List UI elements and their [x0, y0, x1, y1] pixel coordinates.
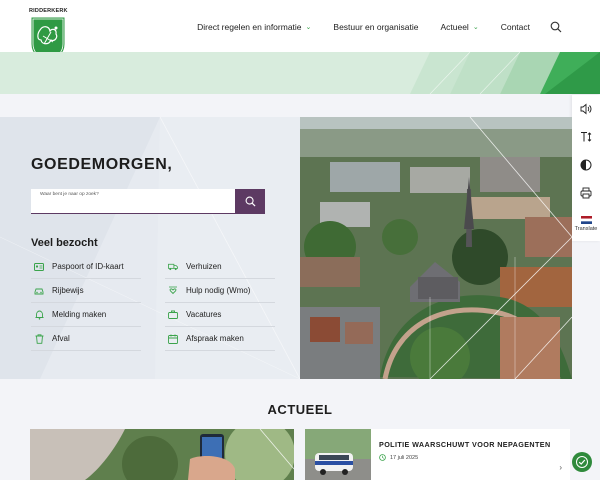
link-verhuizen[interactable]: Verhuizen: [165, 255, 275, 279]
news-thumbnail: [305, 429, 371, 480]
calendar-icon: [168, 334, 178, 344]
decorative-banner: [0, 52, 600, 94]
search-icon[interactable]: [550, 21, 562, 33]
link-label: Afspraak maken: [186, 334, 244, 343]
briefcase-icon: [168, 310, 178, 320]
chevron-down-icon: ⌄: [305, 24, 312, 31]
truck-icon: [168, 262, 178, 272]
printer-icon: [580, 187, 592, 199]
link-label: Rijbewijs: [52, 286, 84, 295]
bell-icon: [34, 310, 44, 320]
nav-direct-regelen[interactable]: Direct regelen en informatie ⌄: [197, 22, 311, 32]
link-label: Paspoort of ID-kaart: [52, 262, 124, 271]
translate-label: Translate: [574, 226, 598, 232]
main-navigation: Direct regelen en informatie ⌄ Bestuur e…: [175, 22, 530, 32]
site-header: RIDDERKERK Direct regelen en informatie …: [0, 0, 600, 64]
helping-hand-icon: [168, 286, 178, 296]
chevron-down-icon: ⌄: [472, 24, 479, 31]
speaker-icon: [580, 103, 592, 115]
link-afspraak[interactable]: Afspraak maken: [165, 327, 275, 351]
banner-pattern: [410, 52, 600, 94]
link-rijbewijs[interactable]: Rijbewijs: [31, 279, 141, 303]
link-paspoort[interactable]: Paspoort of ID-kaart: [31, 255, 141, 279]
news-card[interactable]: POLITIE WAARSCHUWT VOOR NEPAGENTEN 17 ju…: [305, 429, 570, 480]
id-card-icon: [34, 262, 44, 272]
contrast-icon: [580, 159, 592, 171]
link-vacatures[interactable]: Vacatures: [165, 303, 275, 327]
car-icon: [34, 286, 44, 296]
nav-actueel[interactable]: Actueel ⌄: [440, 22, 478, 32]
print-button[interactable]: [572, 179, 600, 207]
site-search-input[interactable]: Waar bent je naar op zoek?: [31, 189, 235, 214]
search-placeholder: Waar bent je naar op zoek?: [40, 192, 99, 197]
news-date-text: 17 juli 2025: [390, 454, 419, 461]
link-hulp-wmo[interactable]: Hulp nodig (Wmo): [165, 279, 275, 303]
trash-icon: [34, 333, 44, 344]
nav-bestuur[interactable]: Bestuur en organisatie: [333, 22, 418, 32]
featured-news-image[interactable]: [30, 429, 294, 480]
greeting-heading: GOEDEMORGEN,: [31, 156, 173, 173]
dutch-flag-icon: [580, 216, 592, 224]
nav-contact[interactable]: Contact: [501, 22, 530, 32]
link-label: Melding maken: [52, 310, 107, 319]
link-melding[interactable]: Melding maken: [31, 303, 141, 327]
cookie-settings-button[interactable]: [572, 452, 592, 472]
search-submit-button[interactable]: [235, 189, 265, 214]
logo-text: RIDDERKERK: [29, 8, 68, 14]
nav-label: Contact: [500, 22, 530, 32]
link-label: Vacatures: [186, 310, 222, 319]
most-visited-heading: Veel bezocht: [31, 237, 98, 249]
phone-in-hand-photo: [30, 429, 294, 480]
hero-aerial-photo: [300, 117, 572, 379]
link-label: Afval: [52, 334, 70, 343]
accessibility-toolbar: Translate: [572, 95, 600, 241]
nav-label: Actueel: [440, 22, 469, 32]
text-size-button[interactable]: [572, 123, 600, 151]
nav-label: Bestuur en organisatie: [333, 22, 419, 32]
search-icon: [245, 196, 256, 207]
news-section-heading: ACTUEEL: [267, 402, 333, 417]
aerial-town-illustration: [300, 117, 572, 379]
news-title[interactable]: POLITIE WAARSCHUWT VOOR NEPAGENTEN: [379, 440, 551, 449]
link-afval[interactable]: Afval: [31, 327, 141, 351]
chevron-right-icon[interactable]: ›: [559, 463, 562, 472]
nav-label: Direct regelen en informatie: [197, 22, 302, 32]
contrast-button[interactable]: [572, 151, 600, 179]
translate-button[interactable]: Translate: [572, 207, 600, 241]
clock-icon: [379, 454, 386, 461]
text-size-icon: [581, 132, 592, 142]
news-date: 17 juli 2025: [379, 454, 418, 461]
link-label: Verhuizen: [186, 262, 222, 271]
link-label: Hulp nodig (Wmo): [186, 286, 251, 295]
checkmark-badge-icon: [576, 456, 588, 468]
read-aloud-button[interactable]: [572, 95, 600, 123]
